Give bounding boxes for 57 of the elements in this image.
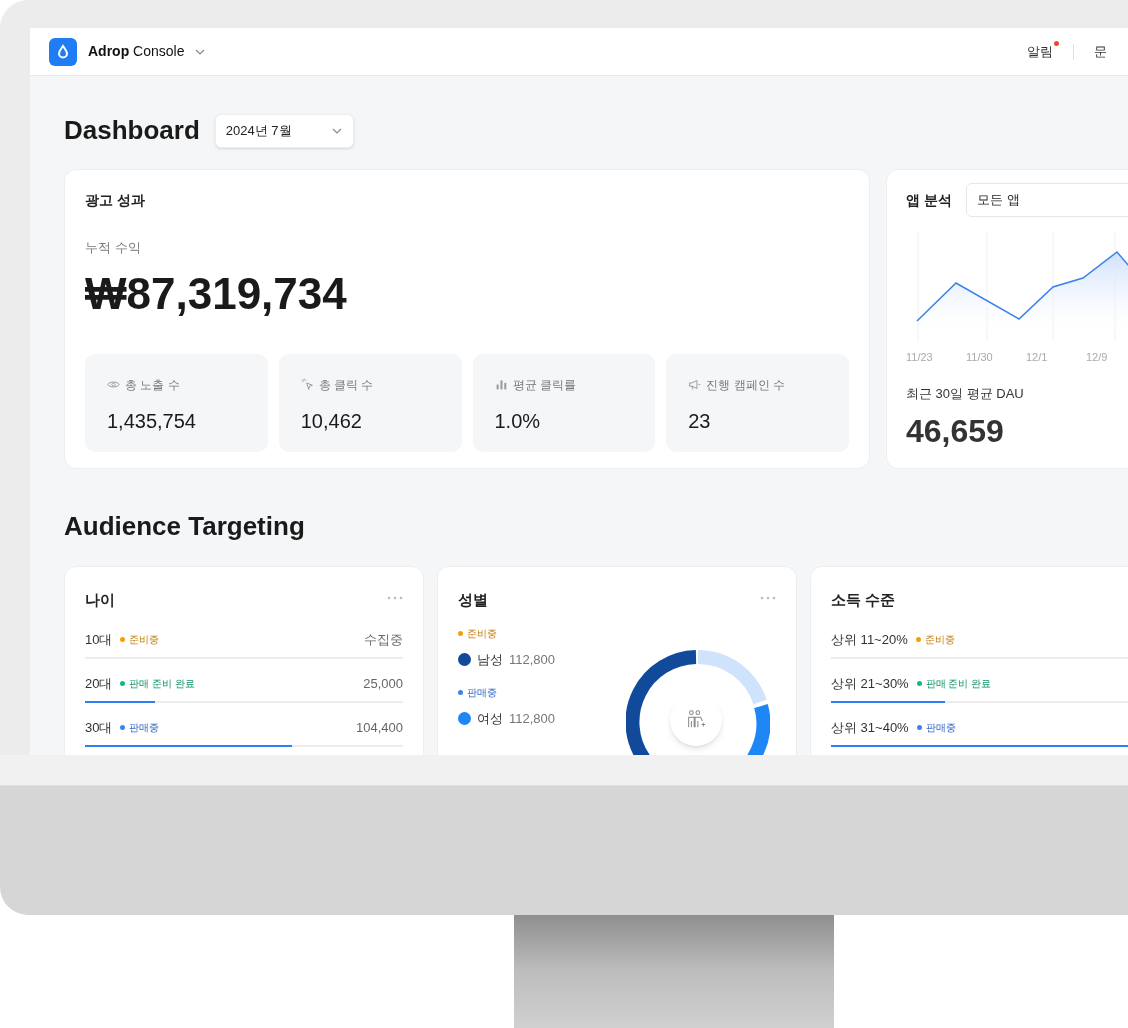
logo-icon xyxy=(49,37,77,66)
stat-label: 평균 클릭률 xyxy=(512,376,576,394)
bar-chart-icon xyxy=(494,378,508,391)
stat-label: 총 노출 수 xyxy=(125,376,180,394)
cursor-click-icon xyxy=(300,378,314,391)
stat-value: 23 xyxy=(688,408,712,434)
card-title: 앱 분석 xyxy=(906,190,952,210)
revenue-value: ₩87,319,734 xyxy=(85,271,348,316)
people-icon xyxy=(670,693,722,746)
nav-link[interactable]: 알림 xyxy=(1027,41,1053,62)
row-label: 상위 11~20% xyxy=(831,630,908,649)
status-label: 판매중 xyxy=(925,721,956,735)
legend-label: 여성 xyxy=(477,710,503,728)
card-title: 소득 수준 xyxy=(831,590,896,610)
stat-value: 1,435,754 xyxy=(107,408,197,434)
status-label: 준비중 xyxy=(467,626,497,641)
more-icon[interactable] xyxy=(387,596,403,601)
axis-label: 12/9 xyxy=(1086,350,1109,365)
nav-link[interactable]: 문 xyxy=(1094,41,1107,62)
metric-value: 46,659 xyxy=(906,412,1005,451)
more-icon[interactable] xyxy=(760,596,776,601)
stat-value: 1.0% xyxy=(494,408,542,434)
stat-label: 진행 캠페인 수 xyxy=(706,376,785,394)
card-title: 나이 xyxy=(85,590,115,610)
stat-value: 10,462 xyxy=(300,408,363,434)
legend-value: 112,800 xyxy=(509,710,556,728)
row-label: 상위 31~40% xyxy=(831,718,909,737)
row-label: 10대 xyxy=(85,630,113,649)
eye-icon xyxy=(107,378,120,391)
legend-value: 112,800 xyxy=(509,650,556,669)
row-label: 상위 21~30% xyxy=(831,674,909,693)
row-value: 104,400 xyxy=(356,718,403,737)
app-dropdown[interactable]: 모든 앱 xyxy=(965,183,1128,217)
legend-label: 남성 xyxy=(477,650,503,669)
page-title: Dashboard xyxy=(64,114,200,147)
row-value: 25,000 xyxy=(363,674,403,693)
status-label: 판매중 xyxy=(129,721,160,735)
section-title: Audience Targeting xyxy=(64,510,306,543)
axis-label: 11/30 xyxy=(966,350,994,365)
period-dropdown[interactable]: 2024년 7월 xyxy=(214,113,354,148)
stat-label: 총 클릭 수 xyxy=(318,376,374,394)
row-value: 수집중 xyxy=(364,630,403,649)
megaphone-icon xyxy=(688,378,702,391)
status-label: 준비중 xyxy=(129,633,160,647)
workspace-switcher[interactable]: Adrop Console xyxy=(88,41,207,62)
status-label: 준비중 xyxy=(924,633,955,647)
card-title: 광고 성과 xyxy=(85,191,146,210)
metric-label: 최근 30일 평균 DAU xyxy=(906,384,1025,403)
row-label: 20대 xyxy=(85,674,113,693)
axis-label: 12/1 xyxy=(1026,350,1049,365)
revenue-label: 누적 수익 xyxy=(85,239,142,257)
axis-label: 11/23 xyxy=(906,350,934,365)
status-label: 판매 준비 완료 xyxy=(129,677,196,691)
card-title: 성별 xyxy=(458,590,488,610)
status-label: 판매중 xyxy=(467,686,497,700)
status-label: 판매 준비 완료 xyxy=(925,677,992,691)
row-label: 30대 xyxy=(85,718,113,737)
